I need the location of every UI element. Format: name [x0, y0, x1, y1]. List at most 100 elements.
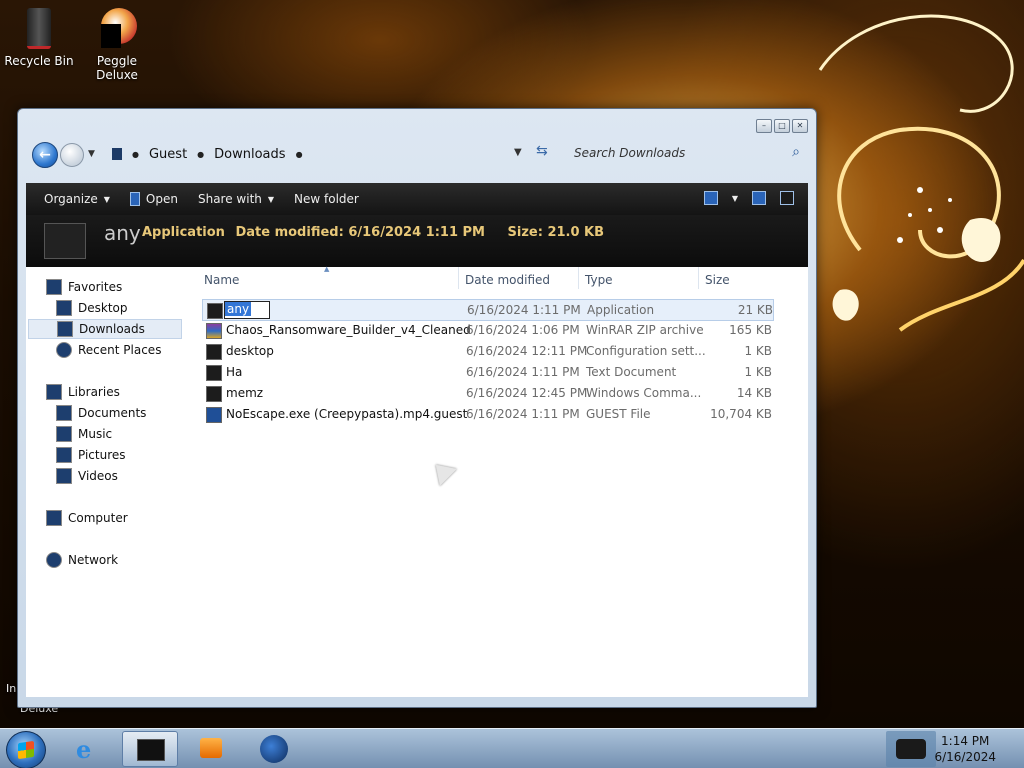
- breadcrumb-separator[interactable]: ●: [197, 150, 204, 159]
- refresh-icon[interactable]: ⇆: [536, 143, 548, 159]
- file-date: 6/16/2024 12:11 PM: [466, 344, 588, 358]
- file-name: any: [225, 302, 252, 316]
- text-document-icon: [206, 365, 222, 381]
- column-divider[interactable]: [578, 267, 579, 289]
- nav-documents[interactable]: Documents: [56, 403, 146, 423]
- search-icon[interactable]: ⌕: [792, 144, 800, 160]
- winrar-archive-icon: [206, 323, 222, 339]
- nav-computer[interactable]: Computer: [46, 508, 128, 528]
- column-divider[interactable]: [698, 267, 699, 289]
- organize-label: Organize: [44, 192, 98, 206]
- nav-label: Computer: [68, 511, 128, 525]
- table-row[interactable]: memz 6/16/2024 12:45 PM Windows Comma...…: [202, 383, 772, 403]
- nav-desktop[interactable]: Desktop: [56, 298, 128, 318]
- desktop-icon: [56, 300, 72, 316]
- nav-favorites[interactable]: Favorites: [46, 277, 122, 297]
- table-row[interactable]: desktop 6/16/2024 12:11 PM Configuration…: [202, 341, 772, 361]
- taskbar-internet-explorer[interactable]: e: [62, 731, 116, 765]
- organize-button[interactable]: Organize ▼: [34, 192, 120, 206]
- nav-network[interactable]: Network: [46, 550, 118, 570]
- table-row[interactable]: NoEscape.exe (Creepypasta).mp4.guest 6/1…: [202, 404, 772, 424]
- file-date: 6/16/2024 1:06 PM: [466, 323, 580, 337]
- column-divider[interactable]: [458, 267, 459, 289]
- minimize-button[interactable]: –: [756, 119, 772, 133]
- open-button[interactable]: Open: [120, 192, 188, 206]
- table-row[interactable]: Ha 6/16/2024 1:11 PM Text Document 1 KB: [202, 362, 772, 382]
- breadcrumb-item[interactable]: Downloads: [214, 147, 285, 162]
- nav-pictures[interactable]: Pictures: [56, 445, 126, 465]
- clock[interactable]: 1:14 PM 6/16/2024: [934, 733, 996, 765]
- share-with-button[interactable]: Share with ▼: [188, 192, 284, 206]
- taskbar-globe-app[interactable]: [248, 731, 302, 765]
- taskbar-media-player[interactable]: [184, 731, 238, 765]
- sort-indicator-icon: ▲: [324, 265, 330, 273]
- close-button[interactable]: ✕: [792, 119, 808, 133]
- navigation-pane: Favorites Desktop Downloads Recent Place…: [26, 267, 196, 697]
- rename-input[interactable]: any: [224, 301, 270, 319]
- clock-date: 6/16/2024: [934, 750, 996, 764]
- media-player-icon: [200, 738, 222, 758]
- preview-pane-icon[interactable]: [752, 191, 766, 205]
- recent-places-icon: [56, 342, 72, 358]
- file-date: 6/16/2024 1:11 PM: [466, 365, 580, 379]
- nav-downloads[interactable]: Downloads: [28, 319, 182, 339]
- file-size: 21 KB: [737, 303, 773, 317]
- tray-app-icon: [896, 739, 926, 759]
- search-input[interactable]: Search Downloads ⌕: [564, 142, 804, 164]
- batch-file-icon: [206, 386, 222, 402]
- start-button[interactable]: [6, 731, 46, 768]
- windows-logo-icon: [18, 740, 34, 760]
- change-view-icon[interactable]: [703, 191, 718, 205]
- breadcrumb-separator[interactable]: ●: [296, 150, 303, 159]
- column-header-name[interactable]: Name: [204, 273, 239, 287]
- file-name: desktop: [226, 344, 274, 358]
- system-tray[interactable]: [886, 731, 936, 767]
- table-row[interactable]: Chaos_Ransomware_Builder_v4_Cleaned 6/16…: [202, 320, 772, 340]
- taskbar-explorer[interactable]: [122, 731, 178, 767]
- address-dropdown-icon[interactable]: ▼: [514, 147, 522, 158]
- file-name: memz: [226, 386, 264, 400]
- new-folder-button[interactable]: New folder: [284, 192, 369, 206]
- file-size: 10,704 KB: [710, 407, 772, 421]
- content-area: Favorites Desktop Downloads Recent Place…: [26, 265, 808, 697]
- file-size: 14 KB: [736, 386, 772, 400]
- help-icon[interactable]: [780, 191, 794, 205]
- nav-videos[interactable]: Videos: [56, 466, 118, 486]
- window-controls: – □ ✕: [756, 119, 808, 133]
- videos-icon: [56, 468, 72, 484]
- breadcrumb-separator[interactable]: ●: [132, 150, 139, 159]
- table-row[interactable]: any 6/16/2024 1:11 PM Application 21 KB: [202, 299, 774, 321]
- column-header-date[interactable]: Date modified: [465, 273, 550, 287]
- nav-music[interactable]: Music: [56, 424, 112, 444]
- nav-label: Network: [68, 553, 119, 567]
- desktop-icon-peggle[interactable]: Peggle Deluxe: [80, 6, 154, 82]
- nav-label: Videos: [78, 469, 118, 483]
- nav-label: Libraries: [68, 385, 120, 399]
- file-type: GUEST File: [586, 407, 651, 421]
- documents-icon: [56, 405, 72, 421]
- address-bar: ← ▼ ● Guest ● Downloads ● ▼ ⇆ Search Dow…: [26, 137, 808, 173]
- clock-time: 1:14 PM: [941, 734, 990, 748]
- column-header-size[interactable]: Size: [705, 273, 730, 287]
- application-icon: [129, 192, 140, 206]
- favorites-icon: [46, 279, 62, 295]
- nav-libraries[interactable]: Libraries: [46, 382, 120, 402]
- chevron-down-icon[interactable]: ▼: [732, 194, 738, 203]
- folder-icon: [137, 739, 165, 761]
- forward-button[interactable]: [60, 143, 84, 167]
- breadcrumb[interactable]: ● Guest ● Downloads ●: [112, 142, 540, 166]
- taskbar: e 1:14 PM 6/16/2024: [0, 728, 1024, 768]
- generic-file-icon: [206, 407, 222, 423]
- new-folder-label: New folder: [294, 192, 359, 206]
- breadcrumb-item[interactable]: Guest: [149, 147, 187, 162]
- details-modified-label: Date modified:: [235, 225, 344, 240]
- command-bar: Organize ▼ Open Share with ▼ New folder …: [26, 183, 808, 215]
- back-button[interactable]: ←: [32, 142, 58, 168]
- maximize-button[interactable]: □: [774, 119, 790, 133]
- history-dropdown-icon[interactable]: ▼: [88, 149, 95, 159]
- column-header-type[interactable]: Type: [585, 273, 613, 287]
- file-date: 6/16/2024 1:11 PM: [467, 303, 581, 317]
- downloads-icon: [57, 321, 73, 337]
- desktop-icon-recycle-bin[interactable]: Recycle Bin: [2, 6, 76, 68]
- nav-recent-places[interactable]: Recent Places: [56, 340, 161, 360]
